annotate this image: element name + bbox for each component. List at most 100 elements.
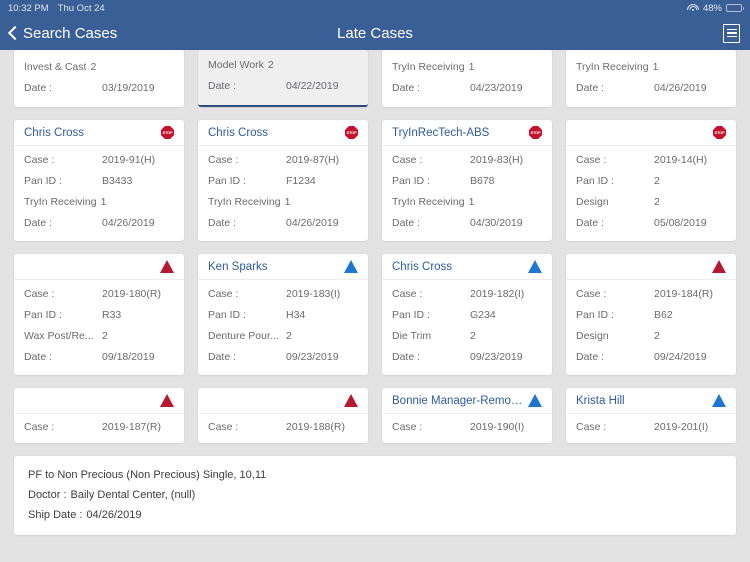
- case-field-value: 2019-183(I): [286, 288, 341, 300]
- case-card-body: Case : 2019-190(I): [382, 414, 552, 443]
- case-field-value: 09/23/2019: [470, 351, 523, 363]
- triangle-up-red-icon: [160, 394, 174, 407]
- case-card-header: [14, 254, 184, 280]
- case-field-value: 09/18/2019: [102, 351, 155, 363]
- case-field-row: TryIn Receiving 1: [392, 57, 542, 78]
- case-card[interactable]: Chris Cross STOP Case : 2019-91(H) Pan ID : B…: [14, 120, 184, 241]
- case-field-label: Date :: [576, 351, 605, 363]
- list-view-icon[interactable]: [723, 23, 740, 43]
- case-field-label: Date :: [576, 217, 605, 229]
- back-button[interactable]: Search Cases: [7, 24, 118, 42]
- case-card-header: Krista Hill: [566, 388, 736, 414]
- case-field-label: Design: [576, 330, 609, 342]
- case-card-body: Case : 2019-187(R): [14, 414, 184, 443]
- case-field-value: 04/30/2019: [470, 217, 523, 229]
- case-field-value: 2: [90, 61, 97, 73]
- case-card[interactable]: Case : 2019-180(R) Pan ID : R33 Wax Post/Re.…: [14, 254, 184, 375]
- status-date: Thu Oct 24: [57, 2, 105, 14]
- case-field-value: 2019-201(I): [654, 421, 709, 433]
- case-card[interactable]: Case : 2019-187(R): [14, 388, 184, 443]
- case-field-value: 1: [100, 196, 107, 208]
- case-field-row: Pan ID : F1234: [208, 171, 358, 192]
- case-field-label: Date :: [24, 217, 53, 229]
- case-card[interactable]: STOP Case : 2019-14(H) Pan ID : 2 Design 2 Date…: [566, 120, 736, 241]
- case-field-value: B62: [654, 309, 673, 321]
- case-card-title: Chris Cross: [24, 126, 85, 139]
- case-field-label: Date :: [24, 82, 53, 94]
- case-field-label: Date :: [208, 80, 237, 92]
- case-detail-panel[interactable]: PF to Non Precious (Non Precious) Single…: [14, 456, 736, 535]
- case-field-label: Case :: [208, 288, 239, 300]
- case-field-value: 04/23/2019: [470, 82, 523, 94]
- case-field-label: Case :: [392, 154, 423, 166]
- case-field-row: Date : 09/18/2019: [24, 347, 174, 368]
- case-field-label: Denture Pour...: [208, 330, 279, 342]
- case-field-label: Case :: [24, 288, 55, 300]
- triangle-up-red-icon: [344, 394, 358, 407]
- case-field-row: TryIn Receiving 1: [24, 192, 174, 213]
- case-field-label: Case :: [24, 421, 55, 433]
- case-field-label: Date :: [392, 82, 421, 94]
- case-card[interactable]: Case : 2019-188(R): [198, 388, 368, 443]
- case-field-value: 2019-187(R): [102, 421, 161, 433]
- case-field-value: 2019-184(R): [654, 288, 713, 300]
- case-field-value: F1234: [286, 175, 316, 187]
- case-field-value: B3433: [102, 175, 133, 187]
- stop-sign-icon: STOP: [161, 126, 174, 139]
- case-card[interactable]: TryInRecTech-ABS STOP Case : 2019-83(H) Pan …: [382, 120, 552, 241]
- case-card[interactable]: Chris Cross Case : 2019-182(I) Pan ID : G234…: [382, 254, 552, 375]
- case-grid: Invest & Cast 2 Date :03/19/2019 Model Work…: [0, 50, 750, 562]
- case-card[interactable]: Case : 2019-184(R) Pan ID : B62 Design 2 Date …: [566, 254, 736, 375]
- case-field-label: Date :: [392, 351, 421, 363]
- stop-sign-icon: STOP: [713, 126, 726, 139]
- case-card-body: Case : 2019-188(R): [198, 414, 368, 443]
- case-field-label: Invest & Cast: [24, 61, 87, 73]
- stop-sign-icon: STOP: [529, 126, 542, 139]
- battery-icon: [726, 4, 744, 12]
- case-card[interactable]: TryIn Receiving 1 Date : 04/26/2019: [566, 50, 736, 107]
- case-field-label: Case :: [576, 154, 607, 166]
- case-card[interactable]: Model Work 2 Date : 04/22/2019: [198, 50, 368, 107]
- case-field-row: Denture Pour... 2: [208, 326, 358, 347]
- detail-doctor-label: Doctor :: [28, 489, 67, 501]
- case-field-value: 2019-14(H): [654, 154, 708, 166]
- case-card-header: [14, 388, 184, 414]
- case-card-title: Chris Cross: [208, 126, 269, 139]
- case-field-label: Pan ID :: [576, 309, 614, 321]
- case-field-row: Pan ID : H34: [208, 305, 358, 326]
- case-field-value: B678: [470, 175, 495, 187]
- detail-description: PF to Non Precious (Non Precious) Single…: [28, 469, 267, 481]
- case-card[interactable]: Chris Cross STOP Case : 2019-87(H) Pan ID : F…: [198, 120, 368, 241]
- case-card-header: [566, 254, 736, 280]
- case-field-value: 2019-83(H): [470, 154, 524, 166]
- case-field-value: 2019-91(H): [102, 154, 156, 166]
- case-card[interactable]: Invest & Cast 2 Date : 03/19/2019: [14, 50, 184, 107]
- case-field-value: 2019-188(R): [286, 421, 345, 433]
- case-field-value: 2: [286, 330, 292, 342]
- case-field-row: TryIn Receiving 1: [576, 57, 726, 78]
- triangle-up-red-icon: [160, 260, 174, 273]
- back-button-label: Search Cases: [23, 24, 118, 42]
- case-card-body: Case : 2019-184(R) Pan ID : B62 Design 2 Date …: [566, 280, 736, 375]
- case-field-value: 2: [654, 196, 660, 208]
- case-card-title: Ken Sparks: [208, 260, 268, 273]
- case-card-title: Chris Cross: [392, 260, 453, 273]
- case-field-label: Case :: [392, 421, 423, 433]
- triangle-up-blue-icon: [344, 260, 358, 273]
- case-field-row: Pan ID : B678: [392, 171, 542, 192]
- case-card-header: Chris Cross STOP: [14, 120, 184, 146]
- case-card[interactable]: Ken Sparks Case : 2019-183(I) Pan ID : H34 De…: [198, 254, 368, 375]
- case-field-value: 09/23/2019: [286, 351, 339, 363]
- case-field-row: Pan ID : B3433: [24, 171, 174, 192]
- case-field-value: 1: [468, 196, 475, 208]
- case-card[interactable]: TryIn Receiving 1 Date : 04/23/2019: [382, 50, 552, 107]
- case-field-value: 2: [654, 330, 660, 342]
- case-card[interactable]: Bonnie Manager-Remova... Case : 2019-190(I…: [382, 388, 552, 443]
- case-field-row: Design 2: [576, 326, 726, 347]
- case-field-label: TryIn Receiving: [392, 196, 465, 208]
- case-field-label: Pan ID :: [392, 175, 430, 187]
- card-row: Case : 2019-180(R) Pan ID : R33 Wax Post/Re.…: [14, 254, 736, 375]
- case-field-label: Pan ID :: [208, 175, 246, 187]
- case-card[interactable]: Krista Hill Case : 2019-201(I): [566, 388, 736, 443]
- case-field-row: Pan ID : B62: [576, 305, 726, 326]
